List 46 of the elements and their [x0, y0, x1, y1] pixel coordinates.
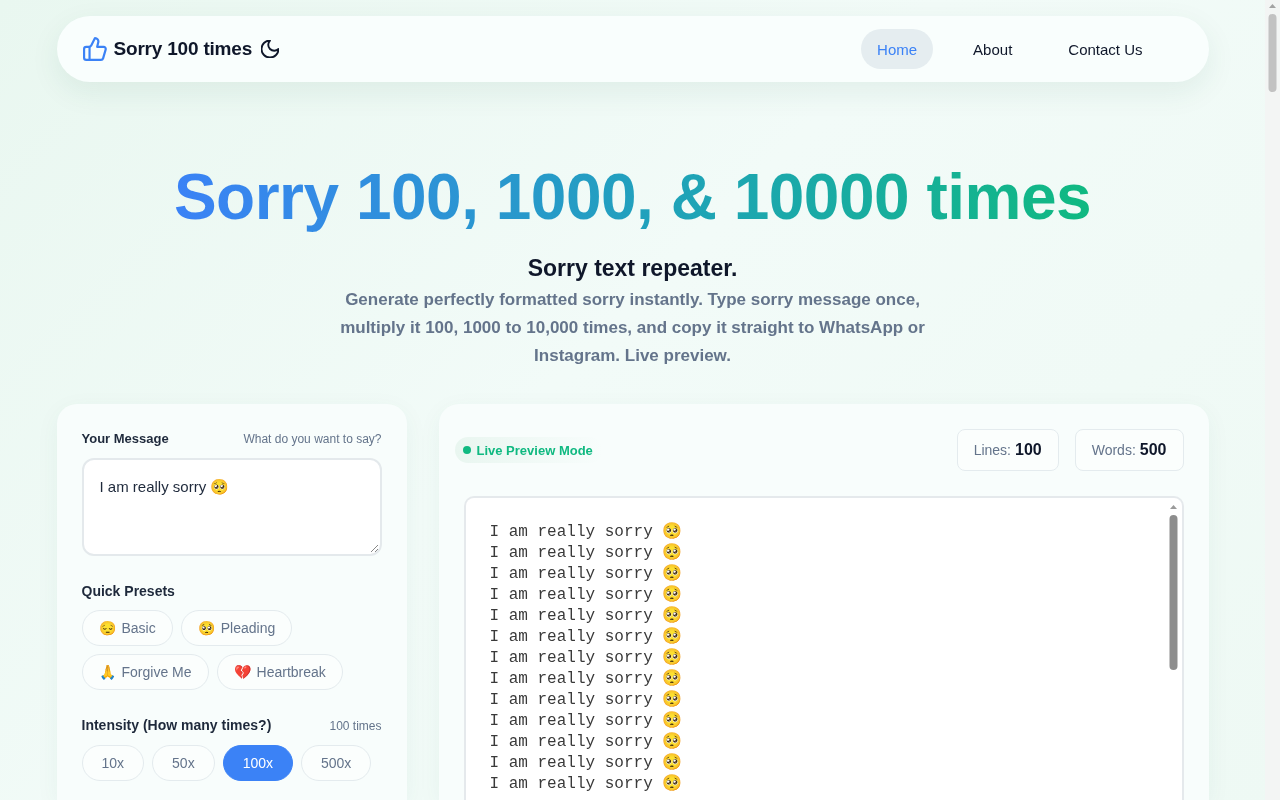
- brand-name[interactable]: Sorry 100 times: [113, 38, 253, 60]
- hero-subtitle: Sorry text repeater.: [527, 254, 738, 283]
- preset-button[interactable]: 😔 Basic: [81, 610, 173, 646]
- intensity-option[interactable]: 500x: [301, 745, 372, 781]
- moon-icon[interactable]: [261, 40, 280, 58]
- stat-label: Words:: [1091, 442, 1136, 458]
- helper-text: What do you want to say?: [243, 432, 382, 446]
- emoji-icon: 🥺: [197, 621, 215, 635]
- preset-button[interactable]: 💔 Heartbreak: [216, 654, 343, 690]
- stat-value: 500: [1139, 441, 1167, 459]
- preview-line: I am really sorry 🥺: [489, 543, 683, 564]
- nav-link[interactable]: Contact Us: [1052, 29, 1159, 69]
- message-field[interactable]: I am really sorry 🥺: [81, 458, 382, 556]
- preview-line: I am really sorry 🥺: [489, 627, 683, 648]
- preview-line: I am really sorry 🥺: [489, 606, 683, 627]
- stat-value: 100: [1015, 441, 1042, 459]
- emoji-icon: 🙏: [98, 665, 116, 679]
- preview-line: I am really sorry 🥺: [489, 669, 683, 690]
- preview-line: I am really sorry 🥺: [489, 648, 683, 669]
- preview-line: I am really sorry 🥺: [489, 711, 683, 732]
- thumbs-up-icon: [82, 37, 107, 61]
- stat-label: Lines:: [973, 442, 1011, 458]
- emoji-icon: 💔: [233, 665, 251, 679]
- preview-line: I am really sorry 🥺: [489, 564, 683, 585]
- live-preview-label: Live Preview Mode: [476, 442, 593, 458]
- preview-line: I am really sorry 🥺: [489, 690, 683, 711]
- preview-line: I am really sorry 🥺: [489, 585, 683, 606]
- nav-link[interactable]: About: [957, 29, 1029, 69]
- field-label: Your Message: [81, 431, 169, 446]
- intensity-option[interactable]: 100x: [222, 745, 293, 781]
- resize-handle-icon[interactable]: [369, 544, 378, 552]
- preset-button[interactable]: 🙏 Forgive Me: [81, 654, 209, 690]
- section-label: Quick Presets: [81, 583, 176, 599]
- preview-line: I am really sorry 🥺: [489, 522, 683, 543]
- hero-description: Generate perfectly formatted sorry instantly. Type sorry message once, multiply it 100, 1000 to 10,000 times, and copy it straight to WhatsApp or Instagram. Live preview.: [339, 289, 926, 367]
- intensity-reading: 100 times: [329, 719, 382, 733]
- intensity-option[interactable]: 10x: [81, 745, 145, 781]
- emoji-icon: 😔: [98, 621, 116, 635]
- preview-line: I am really sorry 🥺: [489, 732, 683, 753]
- intensity-option[interactable]: 50x: [152, 745, 215, 781]
- preset-button[interactable]: 🥺 Pleading: [180, 610, 293, 646]
- preview-line: I am really sorry 🥺: [489, 774, 683, 795]
- section-label: Intensity (How many times?): [81, 717, 272, 733]
- status-dot-icon: [462, 446, 471, 454]
- nav-link[interactable]: Home: [861, 29, 934, 69]
- preview-line: I am really sorry 🥺: [489, 753, 683, 774]
